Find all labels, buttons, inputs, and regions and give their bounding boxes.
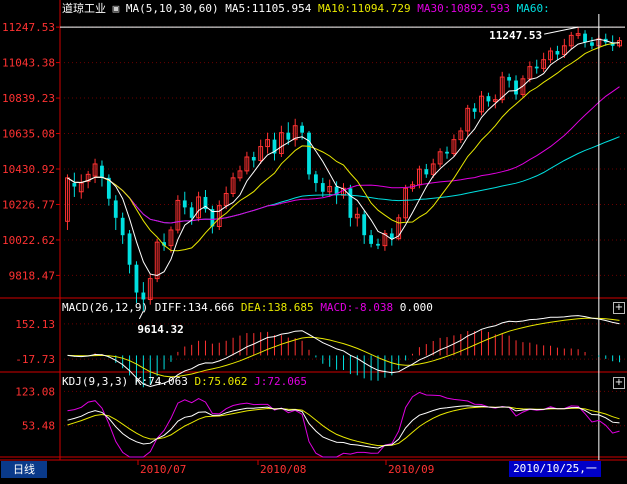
kdj-title: KDJ(9,3,3) (62, 375, 129, 388)
candle-body (120, 217, 125, 236)
candle-body (534, 66, 539, 69)
macd-tick-label: 152.13 (15, 318, 55, 331)
macd-zero: 0.000 (399, 301, 433, 314)
high-marker-label: 11247.53 (489, 29, 542, 42)
candle-body (486, 96, 491, 102)
kdj-j: J:72.065 (254, 375, 308, 388)
candle-body (507, 77, 512, 81)
macd-expand-icon[interactable]: + (613, 302, 625, 314)
candle-body (134, 264, 139, 293)
kdj-j-line (67, 391, 620, 458)
candle-body (251, 157, 256, 161)
ma60-value: MA60: (516, 2, 550, 15)
x-tick-label: 2010/07 (140, 463, 186, 476)
price-tick-label: 10226.77 (2, 198, 55, 211)
high-marker-line (544, 26, 579, 35)
candle-body (100, 165, 104, 178)
low-marker-label: 9614.32 (137, 323, 183, 336)
macd-diff: DIFF:134.666 (154, 301, 235, 314)
x-tick-label: 2010/09 (388, 463, 434, 476)
price-tick-label: 11247.53 (2, 21, 55, 34)
ma60-line (67, 136, 620, 224)
price-tick-label: 10839.23 (2, 92, 55, 105)
macd-dea: DEA:138.685 (240, 301, 314, 314)
price-tick-label: 10635.08 (2, 128, 55, 141)
ma30-line (67, 86, 620, 224)
price-legend: 道琼工业 ▣ MA(5,10,30,60) MA5:11105.954 MA10… (62, 2, 550, 16)
candle-body (590, 42, 594, 46)
price-tick-label: 10430.92 (2, 163, 55, 176)
macd-tick-label: -17.73 (15, 353, 55, 366)
candle-body (362, 214, 367, 236)
candle-body (348, 188, 353, 218)
price-tick-label: 11043.38 (2, 57, 55, 70)
candle-body (72, 183, 77, 187)
macd-value: MACD:-8.038 (320, 301, 394, 314)
chart-stage: 11247.53 11043.38 10839.23 10635.08 10430.92… (0, 0, 627, 480)
kdj-tick-label: 53.48 (22, 420, 55, 433)
kdj-k-line (67, 405, 620, 449)
candle-body (320, 183, 325, 192)
kdj-legend: KDJ(9,3,3) K:74.063 D:75.062 J:72.065 (62, 375, 307, 389)
price-tick-label: 9818.47 (9, 269, 55, 282)
candle-body (189, 207, 194, 218)
candle-body (583, 33, 587, 43)
ma30-value: MA30:10892.593 (417, 2, 510, 15)
chart-svg: 11247.53 11043.38 10839.23 10635.08 10430.92… (0, 0, 627, 476)
candle-body (555, 51, 560, 55)
candle-body (141, 292, 146, 300)
ma10-value: MA10:11094.729 (317, 2, 411, 15)
kdj-k: K:74.063 (134, 375, 188, 388)
macd-title: MACD(26,12,9) (62, 301, 149, 314)
ma-label: MA(5,10,30,60) (125, 2, 219, 15)
macd-legend: MACD(26,12,9) DIFF:134.666 DEA:138.685 M… (62, 301, 433, 315)
index-title: 道琼工业 (62, 2, 106, 15)
candle-body (369, 235, 374, 244)
candle-body (424, 169, 429, 175)
kdj-expand-icon[interactable]: + (613, 377, 625, 389)
price-tick-label: 10022.62 (2, 234, 55, 247)
candle-body (472, 108, 477, 112)
candle-body (300, 125, 304, 133)
kdj-d: D:75.062 (194, 375, 248, 388)
candle-body (113, 200, 118, 218)
candle-body (307, 132, 311, 175)
ma5-value: MA5:11105.954 (225, 2, 312, 15)
candle-body (286, 132, 291, 140)
candle-body (376, 243, 380, 246)
candle-body (313, 174, 318, 184)
candle-body (182, 200, 187, 208)
x-tick-label: 2010/08 (260, 463, 306, 476)
kdj-tick-label: 123.08 (15, 385, 55, 398)
candle-body (127, 233, 132, 265)
tab-daily[interactable]: 日线 (1, 461, 47, 478)
candle-body (514, 80, 518, 95)
cursor-date: 2010/10/25,一 (509, 461, 601, 477)
candle-body (445, 151, 449, 154)
kdj-d-line (67, 406, 620, 447)
ma-toggle-icon[interactable]: ▣ (113, 2, 120, 15)
